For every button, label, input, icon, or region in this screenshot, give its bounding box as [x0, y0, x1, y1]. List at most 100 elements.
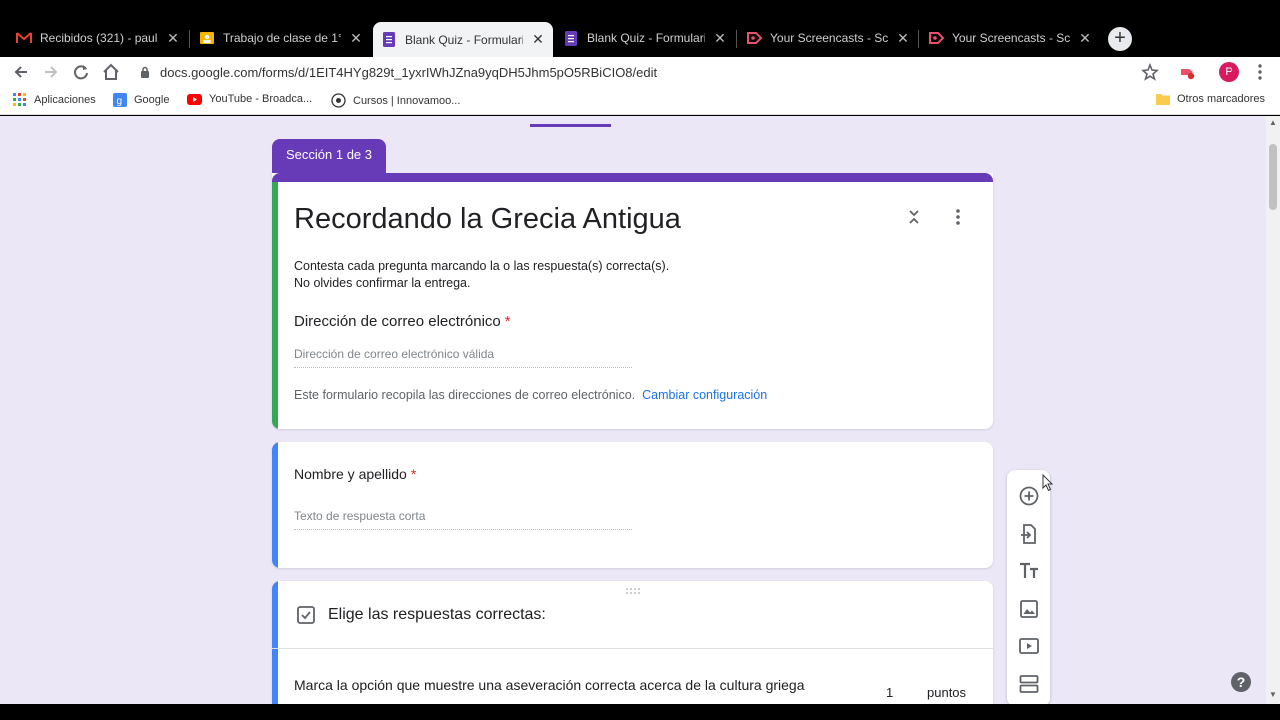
screen-bottom-border [0, 704, 1280, 720]
browser-tab-strip: Recibidos (321) - paula.s ✕ Trabajo de c… [0, 0, 1280, 57]
tab-title: Blank Quiz - Formularios [587, 31, 705, 45]
form-title[interactable]: Recordando la Grecia Antigua [294, 203, 681, 236]
youtube-icon [187, 93, 202, 105]
theme-color-bar [272, 173, 993, 182]
floating-toolbar [1007, 470, 1050, 704]
bookmarks-bar: Aplicaciones g Google YouTube - Broadca.… [0, 87, 1280, 115]
bookmark-cursos[interactable]: Cursos | Innovamoo... [331, 93, 460, 108]
name-question-label: Nombre y apellido * [294, 466, 416, 482]
email-answer-placeholder: Dirección de correo electrónico válida [294, 347, 632, 368]
help-button[interactable]: ? [1231, 672, 1251, 692]
email-question-label: Dirección de correo electrónico * [294, 313, 511, 330]
scroll-up-arrow-icon[interactable]: ▲ [1269, 118, 1277, 127]
tab-blank-quiz-active[interactable]: Blank Quiz - Formularios ✕ [373, 22, 553, 57]
description-line: Contesta cada pregunta marcando la o las… [294, 259, 670, 273]
apps-grid-icon [13, 93, 26, 106]
change-settings-link[interactable]: Cambiar configuración [642, 388, 767, 402]
collect-email-note: Este formulario recopila las direcciones… [294, 388, 767, 402]
tab-screencasts[interactable]: Your Screencasts - Scree ✕ [738, 24, 918, 52]
tab-title: Your Screencasts - Scree [952, 31, 1070, 45]
reload-icon[interactable] [70, 61, 92, 83]
card-focus-bar [272, 442, 278, 568]
drag-handle-icon[interactable] [624, 587, 642, 595]
add-question-icon[interactable] [1017, 484, 1041, 508]
bookmark-label: YouTube - Broadca... [209, 93, 313, 105]
forward-arrow-icon[interactable] [40, 61, 62, 83]
forms-icon [563, 30, 579, 46]
close-tab-icon[interactable]: ✕ [896, 30, 910, 47]
tab-title: Recibidos (321) - paula.s [40, 31, 158, 45]
other-bookmarks[interactable]: Otros marcadores [1156, 93, 1265, 105]
active-tab-indicator [530, 124, 611, 127]
close-tab-icon[interactable]: ✕ [349, 30, 363, 47]
add-title-icon[interactable] [1017, 559, 1041, 583]
section-heading[interactable]: Elige las respuestas correctas: [328, 606, 546, 624]
bookmark-label: Google [134, 94, 170, 106]
question-text: Dirección de correo electrónico [294, 313, 501, 330]
bookmark-label: Otros marcadores [1177, 93, 1266, 105]
section-tag: Sección 1 de 3 [272, 139, 387, 175]
add-section-icon[interactable] [1017, 672, 1041, 696]
close-tab-icon[interactable]: ✕ [1078, 30, 1092, 47]
tab-gmail[interactable]: Recibidos (321) - paula.s ✕ [8, 24, 188, 52]
question-card-name[interactable]: Nombre y apellido * Texto de respuesta co… [272, 442, 993, 568]
tab-screencasts-2[interactable]: Your Screencasts - Scree ✕ [920, 24, 1100, 52]
svg-text:g: g [117, 96, 123, 107]
question-card-section[interactable]: Elige las respuestas correctas: Marca la… [272, 581, 993, 704]
add-video-icon[interactable] [1017, 634, 1041, 658]
card-focus-bar [272, 182, 278, 429]
question-text[interactable]: Marca la opción que muestre una aseverac… [294, 675, 824, 695]
browser-menu-icon[interactable] [1249, 61, 1271, 83]
scroll-down-arrow-icon[interactable]: ▼ [1269, 690, 1277, 699]
points-value[interactable]: 1 [886, 685, 893, 700]
more-options-icon[interactable] [948, 207, 968, 227]
avatar[interactable]: P [1218, 61, 1240, 83]
back-arrow-icon[interactable] [10, 61, 32, 83]
tab-classroom[interactable]: Trabajo de clase de 1°A ✕ [191, 24, 371, 52]
collect-note-text: Este formulario recopila las direcciones… [294, 388, 636, 402]
short-answer-placeholder: Texto de respuesta corta [294, 509, 632, 530]
close-tab-icon[interactable]: ✕ [166, 30, 180, 47]
close-tab-icon[interactable]: ✕ [531, 31, 545, 48]
required-mark: * [410, 466, 417, 482]
tab-title: Trabajo de clase de 1°A [223, 31, 341, 45]
page-scrollbar[interactable]: ▲ ▼ [1266, 116, 1280, 704]
classroom-icon [199, 30, 215, 46]
tab-title: Blank Quiz - Formularios [405, 32, 523, 47]
question-text: Nombre y apellido [294, 466, 407, 482]
bookmark-google[interactable]: g Google [113, 93, 169, 107]
form-header-card[interactable]: Recordando la Grecia Antigua Contesta ca… [272, 173, 993, 429]
description-line: No olvides confirmar la entrega. [294, 276, 471, 290]
address-bar[interactable]: docs.google.com/forms/d/1EIT4HYg829t_1yx… [140, 62, 1170, 82]
add-image-icon[interactable] [1017, 597, 1041, 621]
tab-title: Your Screencasts - Scree [770, 31, 888, 45]
required-mark: * [504, 313, 511, 330]
bookmark-youtube[interactable]: YouTube - Broadca... [187, 93, 312, 105]
home-icon[interactable] [100, 61, 122, 83]
form-description[interactable]: Contesta cada pregunta marcando la o las… [294, 258, 669, 292]
card-focus-bar [272, 581, 278, 704]
tab-blank-quiz[interactable]: Blank Quiz - Formularios ✕ [555, 24, 735, 52]
new-tab-button[interactable]: + [1108, 27, 1132, 51]
cursos-logo-icon [331, 93, 346, 108]
bookmark-label: Aplicaciones [34, 94, 96, 106]
gmail-icon [16, 30, 32, 46]
checkbox-question-icon [297, 606, 315, 624]
close-tab-icon[interactable]: ✕ [713, 30, 727, 47]
avatar-letter: P [1219, 62, 1239, 82]
bookmark-apps[interactable]: Aplicaciones [13, 93, 96, 107]
bookmark-label: Cursos | Innovamoo... [353, 94, 461, 107]
screencast-icon [928, 30, 944, 46]
forms-icon [381, 32, 397, 48]
collapse-section-icon[interactable] [904, 207, 924, 227]
url-text: docs.google.com/forms/d/1EIT4HYg829t_1yx… [160, 64, 658, 80]
points-label: puntos [927, 685, 967, 700]
lock-icon [141, 66, 149, 78]
form-editor-canvas: Sección 1 de 3 Recordando la Grecia Anti… [0, 116, 1266, 704]
extension-icon[interactable] [1176, 61, 1198, 83]
import-questions-icon[interactable] [1017, 522, 1041, 546]
mouse-cursor-icon [1042, 474, 1054, 492]
scrollbar-thumb[interactable] [1269, 144, 1277, 210]
card-divider [272, 648, 993, 649]
folder-icon [1156, 94, 1170, 105]
